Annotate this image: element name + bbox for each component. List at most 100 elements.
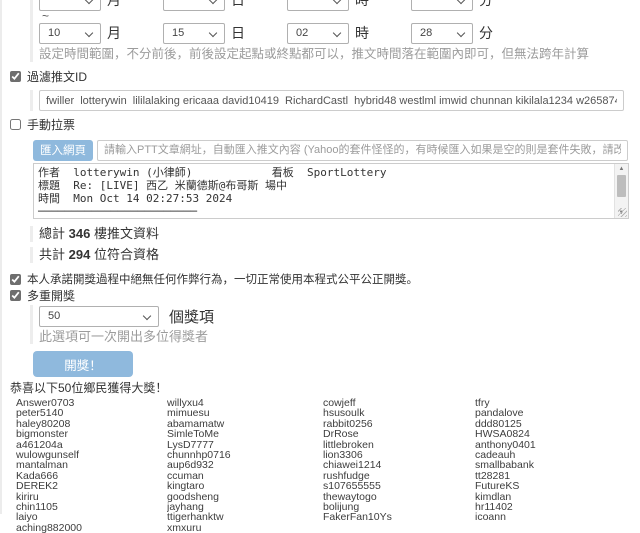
prize-count-value: 50 bbox=[48, 310, 60, 322]
winner-item: kingtaro bbox=[167, 481, 323, 491]
manual-pull-checkbox[interactable] bbox=[10, 119, 21, 130]
winner-item: icoann bbox=[475, 512, 536, 522]
draw-button[interactable]: 開獎！ bbox=[33, 351, 133, 377]
stats-total: 總計 346 樓推文資料 bbox=[30, 226, 640, 242]
chevron-down-icon bbox=[143, 311, 151, 319]
chevron-down-icon bbox=[85, 0, 93, 4]
winner-item: aup6d932 bbox=[167, 460, 323, 470]
winner-item: haley80208 bbox=[16, 419, 167, 429]
winner-item: FakerFan10Ys bbox=[323, 512, 475, 522]
winner-item: lion3306 bbox=[323, 450, 475, 460]
winner-item: aching882000 bbox=[16, 523, 167, 533]
end-hour-value: 02 bbox=[296, 27, 308, 39]
prize-count-select[interactable]: 50 bbox=[39, 306, 159, 327]
winner-item: tfry bbox=[475, 398, 536, 408]
minute-label: 分 bbox=[479, 0, 493, 10]
winner-item: bolijung bbox=[323, 502, 475, 512]
winner-item: xmxuru bbox=[167, 523, 323, 533]
stats-qualified-count: 294 bbox=[69, 247, 91, 262]
hour-label: 時 bbox=[355, 0, 369, 10]
ptt-url-input[interactable] bbox=[97, 140, 628, 161]
article-textarea[interactable]: 作者 lotterywin (小律師) 看板 SportLottery 標題 R… bbox=[33, 163, 629, 219]
winner-item: tt28281 bbox=[475, 471, 536, 481]
filter-id-label: 過濾推文ID bbox=[27, 68, 87, 85]
start-minute-select[interactable] bbox=[411, 0, 473, 11]
winner-item: wulowgunself bbox=[16, 450, 167, 460]
promise-checkbox[interactable] bbox=[10, 274, 21, 285]
end-minute-select[interactable]: 28 bbox=[411, 23, 473, 44]
time-range-group: 月 日 時 分 ~ 10 月 15 日 02 時 bbox=[30, 0, 640, 62]
resize-grip-icon[interactable] bbox=[618, 208, 627, 217]
winner-column: willyxu4mimuesuabamamatwSimleToMeLysD777… bbox=[167, 398, 323, 533]
month-label: 月 bbox=[107, 23, 121, 43]
import-web-button[interactable]: 匯入網頁 bbox=[33, 140, 93, 161]
filter-id-input[interactable] bbox=[39, 90, 624, 111]
multi-draw-row: 多重開獎 bbox=[10, 289, 640, 301]
prize-count-row: 50 個獎項 bbox=[39, 305, 640, 327]
winner-item: DEREK2 bbox=[16, 481, 167, 491]
day-label: 日 bbox=[231, 23, 245, 43]
end-hour-select[interactable]: 02 bbox=[287, 23, 349, 44]
winners-list: Answer0703peter5140haley80208bigmonstera… bbox=[16, 398, 640, 533]
day-label: 日 bbox=[231, 0, 245, 10]
multi-draw-label: 多重開獎 bbox=[27, 287, 75, 304]
winner-item: smallbabank bbox=[475, 460, 536, 470]
end-day-value: 15 bbox=[172, 27, 184, 39]
winner-item: s107655555 bbox=[323, 481, 475, 491]
filter-id-group bbox=[30, 90, 640, 111]
winner-item: chiawei1214 bbox=[323, 460, 475, 470]
import-row: 匯入網頁 bbox=[33, 139, 640, 161]
winner-item: cowjeff bbox=[323, 398, 475, 408]
chevron-down-icon bbox=[333, 0, 341, 4]
stats-qualified-prefix: 共計 bbox=[39, 247, 69, 262]
start-day-select[interactable] bbox=[163, 0, 225, 11]
winner-column: cowjeffhsusoulkrabbit0256DrRoselittlebro… bbox=[323, 398, 475, 533]
winner-item: ddd80125 bbox=[475, 419, 536, 429]
start-hour-select[interactable] bbox=[287, 0, 349, 11]
winner-column: Answer0703peter5140haley80208bigmonstera… bbox=[16, 398, 167, 533]
month-label: 月 bbox=[107, 0, 121, 10]
winner-item: kimdlan bbox=[475, 492, 536, 502]
multi-draw-group: 50 個獎項 此選項可一次開出多位得獎者 bbox=[30, 305, 640, 344]
winner-item: FutureKS bbox=[475, 481, 536, 491]
end-month-select[interactable]: 10 bbox=[39, 23, 101, 44]
multi-draw-hint: 此選項可一次開出多位得獎者 bbox=[39, 330, 640, 344]
filter-id-checkbox[interactable] bbox=[10, 71, 21, 82]
winner-item: rushfudge bbox=[323, 471, 475, 481]
winner-item: HWSA0824 bbox=[475, 429, 536, 439]
winner-item: SimleToMe bbox=[167, 429, 323, 439]
winner-item: anthony0401 bbox=[475, 440, 536, 450]
end-day-select[interactable]: 15 bbox=[163, 23, 225, 44]
time-range-start-row: 月 日 時 分 bbox=[39, 0, 640, 11]
winner-item: chin1105 bbox=[16, 502, 167, 512]
chevron-down-icon bbox=[85, 28, 93, 36]
winner-item: hr11402 bbox=[475, 502, 536, 512]
winner-item: bigmonster bbox=[16, 429, 167, 439]
winner-item: thewaytogo bbox=[323, 492, 475, 502]
winner-item: jayhang bbox=[167, 502, 323, 512]
winner-item: LysD7777 bbox=[167, 440, 323, 450]
stats-total-count: 346 bbox=[69, 226, 91, 241]
chevron-down-icon bbox=[333, 28, 341, 36]
congrats-text: 恭喜以下50位鄉民獲得大獎！ bbox=[10, 382, 640, 395]
time-range-separator: ~ bbox=[42, 11, 640, 22]
scrollbar-thumb[interactable] bbox=[617, 175, 626, 197]
winner-item: Kada666 bbox=[16, 471, 167, 481]
stats-qualified: 共計 294 位符合資格 bbox=[30, 247, 640, 263]
multi-draw-checkbox[interactable] bbox=[10, 290, 21, 301]
start-month-select[interactable] bbox=[39, 0, 101, 11]
winner-item: Answer0703 bbox=[16, 398, 167, 408]
scroll-up-icon[interactable]: ▲ bbox=[615, 164, 628, 174]
winner-item: chunnhp0716 bbox=[167, 450, 323, 460]
winner-item: littlebroken bbox=[323, 440, 475, 450]
manual-pull-row: 手動拉票 bbox=[10, 116, 640, 133]
chevron-down-icon bbox=[457, 0, 465, 4]
time-range-end-row: 10 月 15 日 02 時 28 分 bbox=[39, 22, 640, 44]
winner-item: mimuesu bbox=[167, 408, 323, 418]
end-month-value: 10 bbox=[48, 27, 60, 39]
winner-item: hsusoulk bbox=[323, 408, 475, 418]
chevron-down-icon bbox=[209, 0, 217, 4]
hour-label: 時 bbox=[355, 23, 369, 43]
stats-qualified-suffix: 位符合資格 bbox=[90, 247, 159, 262]
winner-item: willyxu4 bbox=[167, 398, 323, 408]
